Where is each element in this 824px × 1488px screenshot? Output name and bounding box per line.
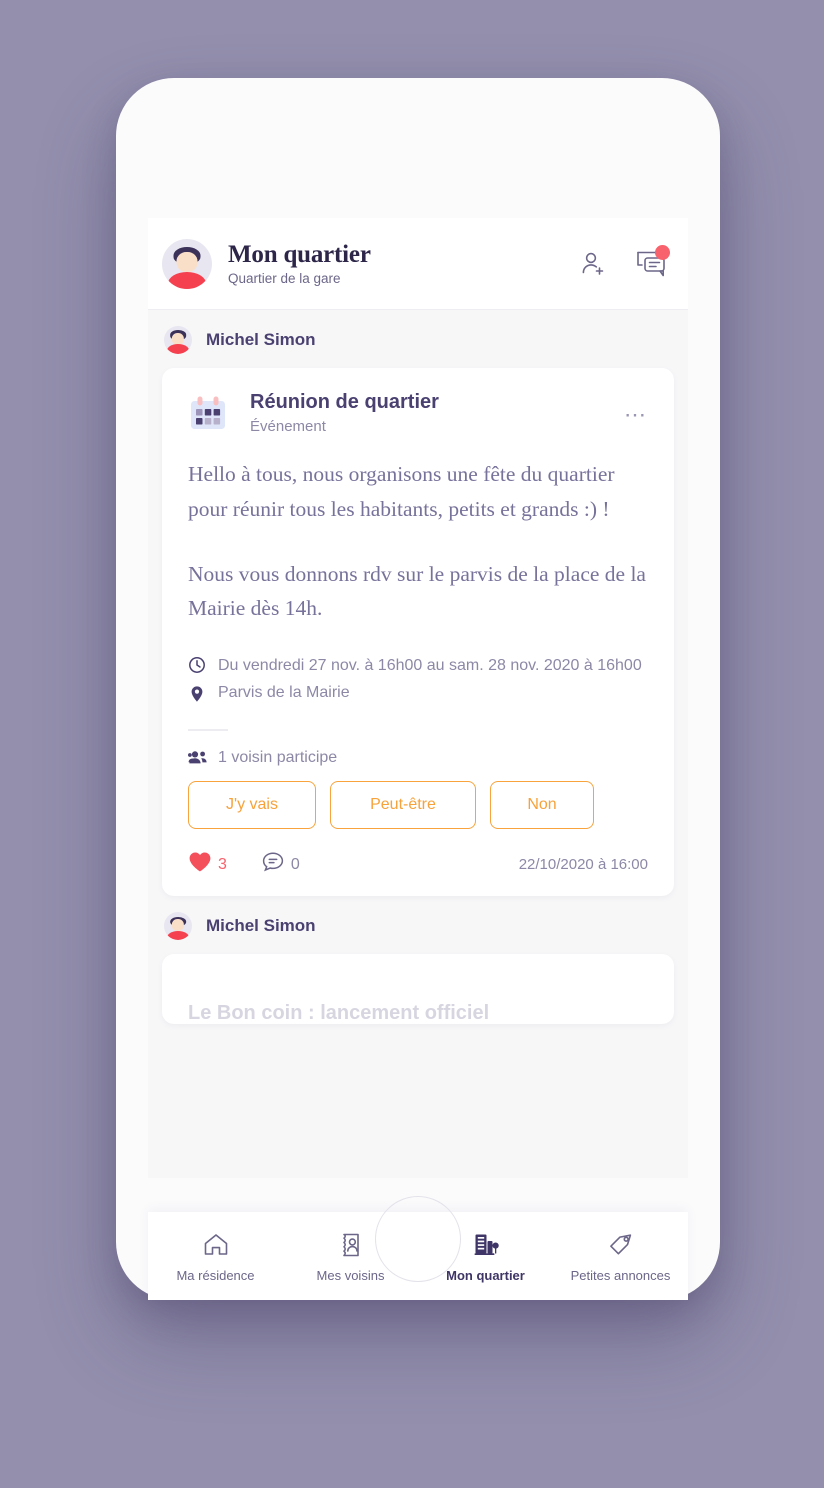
participants-row: 1 voisin participe bbox=[188, 749, 648, 767]
feed[interactable]: Michel Simon Réunion de quartier Événeme… bbox=[148, 310, 688, 1178]
post-author[interactable]: Michel Simon bbox=[148, 310, 688, 368]
nav-item-petites-annonces[interactable]: Petites annonces bbox=[553, 1230, 688, 1283]
person-add-icon bbox=[578, 249, 608, 279]
add-neighbor-button[interactable] bbox=[576, 248, 610, 280]
messages-button[interactable] bbox=[634, 244, 670, 280]
post-paragraph: Hello à tous, nous organisons une fête d… bbox=[188, 462, 615, 521]
avatar-body bbox=[168, 271, 206, 289]
event-date-row: Du vendredi 27 nov. à 16h00 au sam. 28 n… bbox=[188, 654, 648, 678]
post-author[interactable]: Michel Simon bbox=[148, 896, 688, 954]
post-card-titles: Réunion de quartier Événement bbox=[250, 390, 624, 435]
screenshot-stage: Mon quartier Quartier de la gare Michel … bbox=[0, 0, 824, 1488]
nav-label: Ma résidence bbox=[176, 1267, 255, 1283]
avatar-face bbox=[171, 919, 185, 932]
nav-label: Mes voisins bbox=[316, 1267, 385, 1283]
rsvp-going-button[interactable]: J'y vais bbox=[188, 781, 316, 830]
event-location-row: Parvis de la Mairie bbox=[188, 681, 648, 705]
clock-icon bbox=[188, 656, 208, 674]
post-title: Réunion de quartier bbox=[250, 391, 439, 413]
header-text: Mon quartier Quartier de la gare bbox=[228, 241, 576, 287]
post-card[interactable]: Le Bon coin : lancement officiel bbox=[162, 954, 674, 1025]
avatar bbox=[164, 326, 192, 354]
home-icon bbox=[202, 1230, 230, 1260]
event-date: Du vendredi 27 nov. à 16h00 au sam. 28 n… bbox=[218, 657, 642, 675]
calendar-icon bbox=[188, 394, 228, 434]
participants-count: 1 voisin participe bbox=[218, 749, 338, 767]
tag-icon bbox=[607, 1230, 635, 1260]
avatar-face bbox=[171, 333, 185, 345]
page-subtitle: Quartier de la gare bbox=[228, 271, 341, 287]
buildings-icon bbox=[472, 1230, 500, 1260]
like-button[interactable]: 3 bbox=[188, 851, 227, 878]
page-title: Mon quartier bbox=[228, 240, 371, 268]
post-author-name: Michel Simon bbox=[206, 916, 316, 936]
post-kind: Événement bbox=[250, 418, 326, 435]
post-title: Le Bon coin : lancement officiel bbox=[188, 1002, 490, 1025]
avatar[interactable] bbox=[162, 238, 212, 289]
avatar-face bbox=[176, 251, 198, 272]
contact-card-icon bbox=[338, 1230, 364, 1260]
map-pin-icon bbox=[188, 685, 208, 703]
phone-screen: Mon quartier Quartier de la gare Michel … bbox=[148, 218, 688, 1178]
post-card-header: Réunion de quartier Événement ⋯ bbox=[188, 390, 648, 435]
avatar-body bbox=[167, 930, 189, 941]
post-author-name: Michel Simon bbox=[206, 330, 316, 349]
event-location: Parvis de la Mairie bbox=[218, 684, 350, 702]
post-body: Hello à tous, nous organisons une fête d… bbox=[188, 457, 648, 626]
rsvp-no-button[interactable]: Non bbox=[490, 781, 594, 830]
comment-count: 0 bbox=[290, 855, 300, 873]
avatar bbox=[164, 912, 192, 941]
nav-item-ma-residence[interactable]: Ma résidence bbox=[148, 1230, 283, 1283]
avatar-body bbox=[167, 344, 189, 354]
heart-icon bbox=[188, 851, 212, 878]
rsvp-maybe-button[interactable]: Peut-être bbox=[330, 781, 476, 830]
rsvp-buttons: J'y vais Peut-être Non bbox=[188, 781, 648, 830]
phone-frame: Mon quartier Quartier de la gare Michel … bbox=[116, 78, 720, 1300]
divider bbox=[188, 729, 228, 732]
post-footer: 3 0 22/10/2020 à 16:00 bbox=[188, 851, 648, 878]
nav-label: Mon quartier bbox=[446, 1267, 525, 1283]
header-actions bbox=[576, 244, 670, 280]
post-menu-button[interactable]: ⋯ bbox=[624, 404, 648, 426]
comment-button[interactable]: 0 bbox=[261, 851, 300, 878]
people-icon bbox=[188, 749, 208, 767]
post-paragraph: Nous vous donnons rdv sur le parvis de l… bbox=[188, 561, 646, 621]
nav-label: Petites annonces bbox=[570, 1267, 671, 1283]
home-button[interactable] bbox=[375, 1196, 461, 1282]
post-card[interactable]: Réunion de quartier Événement ⋯ Hello à … bbox=[162, 368, 674, 897]
post-timestamp: 22/10/2020 à 16:00 bbox=[518, 856, 648, 874]
messages-badge bbox=[655, 244, 670, 260]
like-count: 3 bbox=[218, 855, 227, 873]
comment-icon bbox=[261, 851, 285, 878]
app-header: Mon quartier Quartier de la gare bbox=[148, 218, 688, 310]
